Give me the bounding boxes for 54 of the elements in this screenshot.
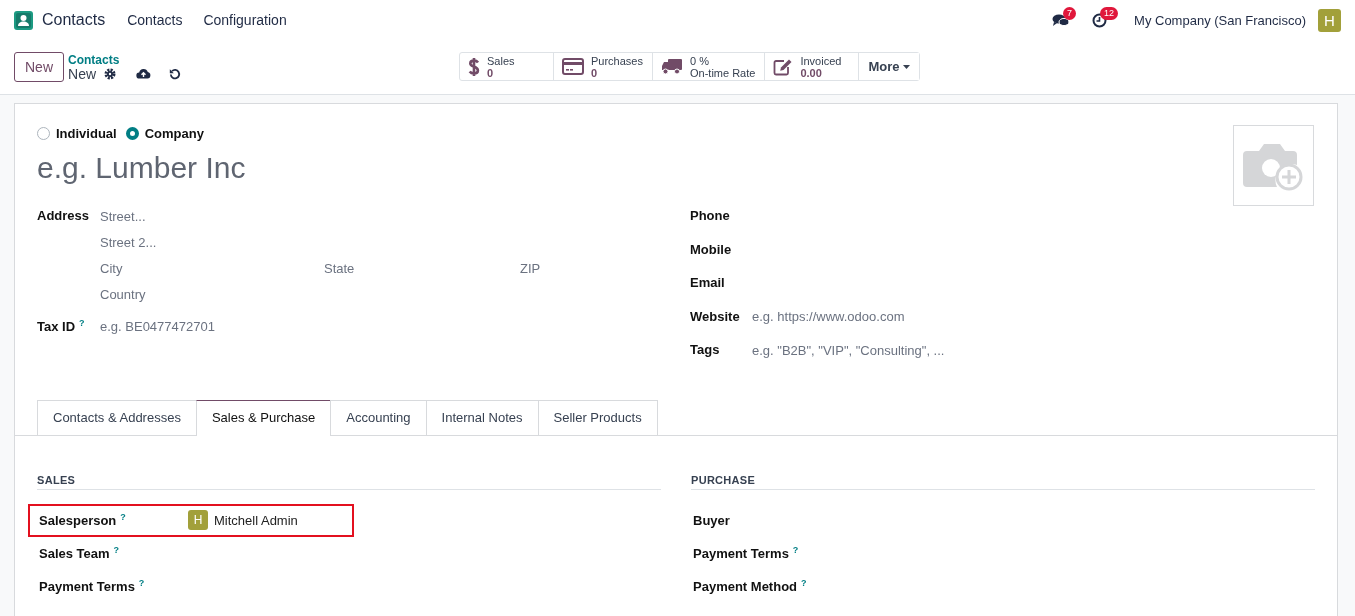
company-switcher[interactable]: My Company (San Francisco) (1134, 12, 1306, 28)
field-label: Sales Team (39, 546, 110, 562)
help-tooltip-mark[interactable]: ? (801, 577, 807, 588)
new-button[interactable]: New (14, 51, 64, 82)
section-heading: PURCHASE (691, 473, 1315, 490)
smart-button[interactable]: Sales 0 (460, 53, 554, 80)
menu-item[interactable]: Configuration (203, 12, 287, 28)
edit-icon (773, 57, 794, 76)
settings-icon[interactable] (104, 67, 117, 80)
undo-icon[interactable] (169, 67, 182, 80)
field-label: Tags (690, 342, 721, 357)
radio-button[interactable] (37, 127, 50, 140)
smart-button[interactable]: Purchases 0 (554, 53, 653, 80)
help-tooltip-mark[interactable]: ? (120, 511, 126, 522)
truck-icon (661, 58, 683, 75)
dollar-sign-icon (468, 56, 480, 77)
cloud-upload-icon[interactable] (136, 68, 152, 79)
field-label: Email (690, 275, 726, 290)
field-label: Mobile (690, 241, 733, 257)
notification-badge: 12 (1100, 6, 1119, 20)
notebook-tab[interactable]: Sales & Purchase (195, 399, 332, 436)
notebook-tab[interactable]: Seller Products (537, 399, 658, 435)
field-label: Phone (690, 208, 731, 223)
breadcrumb-link[interactable]: Contacts (68, 52, 182, 67)
field-label: Payment Terms (39, 579, 135, 595)
field-label: Address (37, 208, 91, 223)
help-tooltip-mark[interactable]: ? (79, 318, 85, 328)
field-label: Payment Method (693, 579, 797, 595)
radio-option[interactable]: Individual (37, 126, 117, 141)
caret-icon (903, 64, 911, 69)
credit-card-icon (562, 58, 584, 75)
record-name: New (68, 66, 97, 81)
menu-item[interactable]: Contacts (127, 12, 183, 28)
section-heading: SALES (37, 473, 661, 490)
field-label: Website (690, 308, 741, 324)
user-field-value[interactable]: H Mitchell Admin (188, 510, 298, 530)
field-label: Buyer (693, 512, 730, 528)
notification-badge: 7 (1063, 6, 1077, 20)
user-avatar: H (188, 510, 208, 530)
field-label: Tax ID (37, 319, 76, 335)
field-label: Payment Terms (693, 546, 789, 562)
smart-button[interactable]: 0 % On-time Rate (653, 53, 766, 80)
radio-label: Individual (56, 126, 117, 141)
help-tooltip-mark[interactable]: ? (113, 544, 120, 555)
radio-option[interactable]: Company (125, 126, 204, 141)
user-name: Mitchell Admin (214, 512, 298, 528)
notebook-tab[interactable]: Contacts & Addresses (37, 399, 197, 435)
help-tooltip-mark[interactable]: ? (138, 577, 145, 588)
contact-card-logo-icon[interactable] (14, 10, 33, 30)
help-tooltip-mark[interactable]: ? (792, 544, 799, 555)
field-label: Salesperson (39, 513, 117, 529)
app-title[interactable]: Contacts (42, 11, 106, 29)
radio-button[interactable] (125, 127, 139, 140)
radio-label: Company (144, 126, 204, 141)
